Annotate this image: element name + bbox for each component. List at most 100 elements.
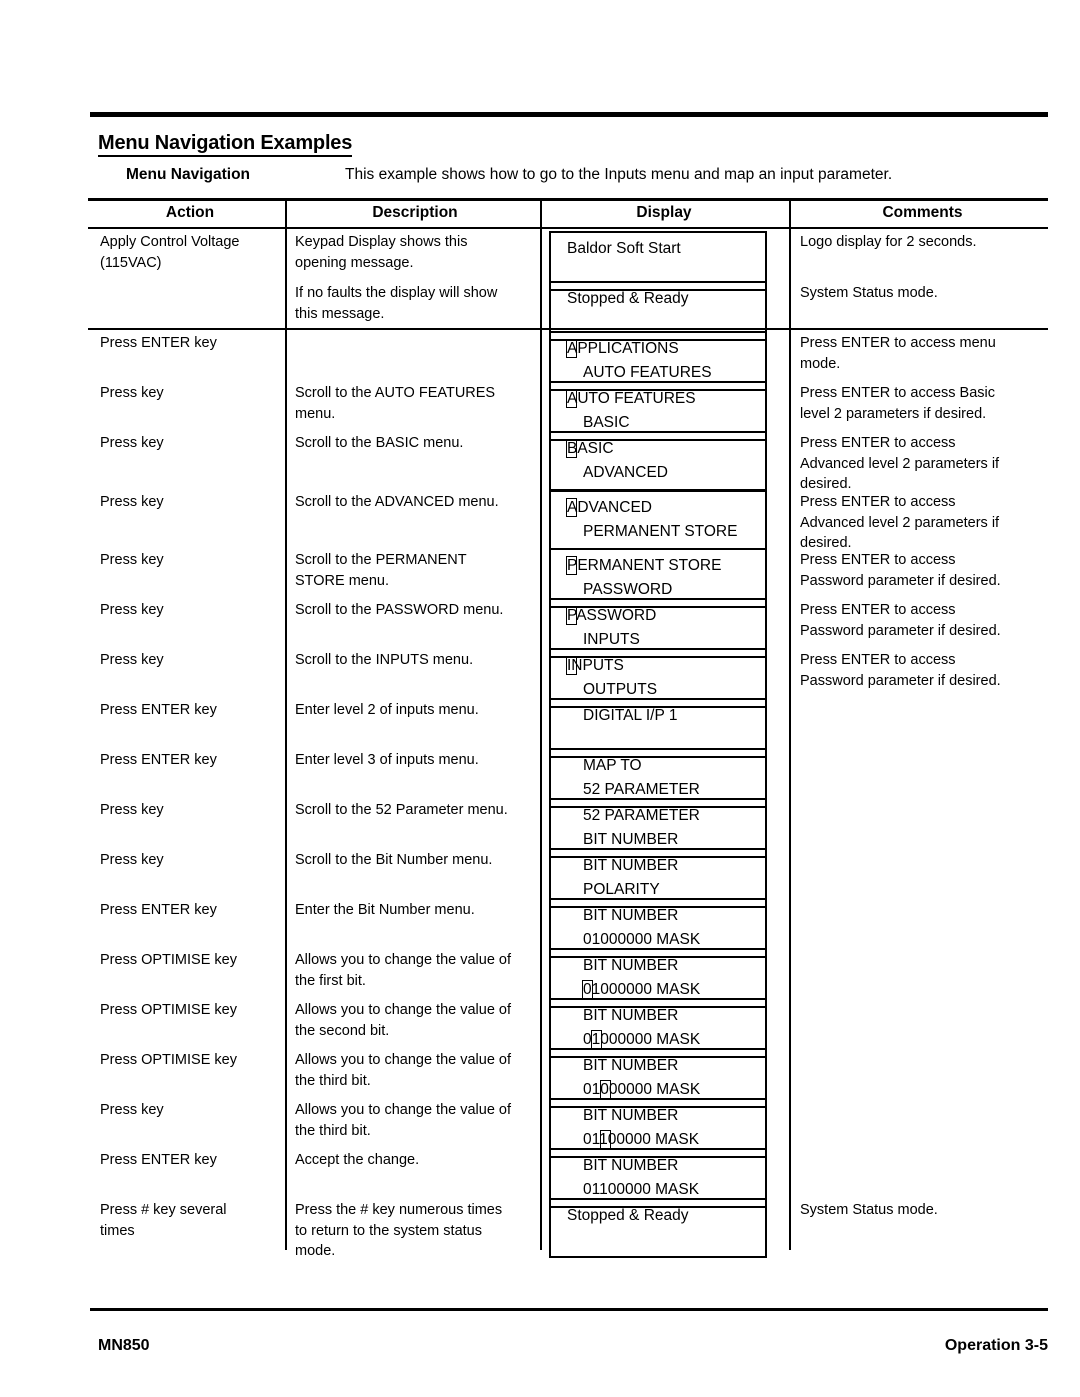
row-comments: System Status mode. xyxy=(800,1202,938,1218)
row-comments: Press ENTER to access Password parameter… xyxy=(800,602,1001,639)
display-line-1: APPLICATIONS xyxy=(566,339,679,358)
display-cursor-block xyxy=(566,498,577,517)
row-action: Press ENTER key xyxy=(100,902,217,918)
footer-rule xyxy=(90,1308,1048,1311)
row-action: Press OPTIMISE key xyxy=(100,952,237,968)
intro-description: This example shows how to go to the Inpu… xyxy=(345,166,893,183)
display-line-blank xyxy=(551,1228,765,1252)
keypad-display: Stopped & Ready xyxy=(549,1198,767,1258)
column-header-action: Action xyxy=(165,204,215,221)
row-description: Scroll to the Bit Number menu. xyxy=(295,852,493,868)
row-comments: Press ENTER to access menu mode. xyxy=(800,335,996,372)
display-line-1: Baldor Soft Start xyxy=(567,240,681,257)
row-comments: Press ENTER to access Password parameter… xyxy=(800,552,1001,589)
row-action: Press key xyxy=(100,602,164,618)
display-cursor-block xyxy=(600,1080,612,1099)
row-action: Press key xyxy=(100,494,164,510)
row-comments: Press ENTER to access Advanced level 2 p… xyxy=(800,435,1000,492)
row-action: Press ENTER key xyxy=(100,752,217,768)
display-cursor-block xyxy=(600,1130,612,1149)
row-action: Press OPTIMISE key xyxy=(100,1002,237,1018)
display-line-1: BIT NUMBER xyxy=(583,907,679,924)
row-action: Press key xyxy=(100,552,164,568)
top-rule xyxy=(90,112,1048,117)
row-action: Press key xyxy=(100,1102,164,1118)
row-comments: Press ENTER to access Advanced level 2 p… xyxy=(800,494,1000,551)
display-line-1: PERMANENT STORE xyxy=(566,556,722,575)
display-line-1: ADVANCED xyxy=(566,498,652,517)
row-description: Press the # key numerous times to return… xyxy=(295,1202,503,1259)
row-description: Allows you to change the value of the fi… xyxy=(295,952,512,989)
row-description: Scroll to the PASSWORD menu. xyxy=(295,602,504,618)
row-description: Enter the Bit Number menu. xyxy=(295,902,475,918)
page-title: Menu Navigation Examples xyxy=(98,132,352,157)
display-line-1: Stopped & Ready xyxy=(567,290,689,307)
row-action: Press ENTER key xyxy=(100,1152,217,1168)
intro-label: Menu Navigation xyxy=(126,166,251,183)
display-line-2: PERMANENT STORE xyxy=(583,523,738,540)
row-comments: Press ENTER to access Password parameter… xyxy=(800,652,1001,689)
row-action: Press OPTIMISE key xyxy=(100,1052,237,1068)
row-comments: System Status mode. xyxy=(800,285,938,301)
row-description: Enter level 2 of inputs menu. xyxy=(295,702,479,718)
display-cursor-block xyxy=(566,339,577,358)
row-description: Accept the change. xyxy=(295,1152,420,1168)
display-cursor-block xyxy=(582,980,593,999)
column-header-description: Description xyxy=(372,204,458,221)
display-line-1: BIT NUMBER xyxy=(583,857,679,874)
column-divider-2 xyxy=(540,198,542,1250)
row-description: Keypad Display shows this opening messag… xyxy=(295,234,468,271)
display-line-1: DIGITAL I/P 1 xyxy=(583,707,678,724)
display-line-1: BIT NUMBER xyxy=(583,1057,679,1074)
row-description: Scroll to the 52 Parameter menu. xyxy=(295,802,508,818)
column-divider-3 xyxy=(789,198,791,1250)
row-description: Allows you to change the value of the se… xyxy=(295,1002,512,1039)
display-cursor-block xyxy=(566,389,577,408)
row-action: Press # key several times xyxy=(100,1202,227,1239)
row-action: Press key xyxy=(100,385,164,401)
row-comments: Logo display for 2 seconds. xyxy=(800,234,977,250)
keypad-display: ADVANCED PERMANENT STORE xyxy=(549,490,767,550)
row-action: Apply Control Voltage (115VAC) xyxy=(100,234,240,271)
row-description: Allows you to change the value of the th… xyxy=(295,1102,512,1139)
display-line-1: Stopped & Ready xyxy=(567,1207,689,1224)
column-divider-1 xyxy=(285,198,287,1250)
display-line-1: AUTO FEATURES xyxy=(566,389,696,408)
display-line-1: BIT NUMBER xyxy=(583,1157,679,1174)
display-cursor-block xyxy=(566,556,577,575)
display-line-1: BIT NUMBER xyxy=(583,1107,679,1124)
row-description: Enter level 3 of inputs menu. xyxy=(295,752,479,768)
row-action: Press ENTER key xyxy=(100,702,217,718)
column-header-display: Display xyxy=(636,204,692,221)
row-action: Press key xyxy=(100,435,164,451)
row-description: Scroll to the PERMANENT STORE menu. xyxy=(295,552,467,589)
row-description: Scroll to the AUTO FEATURES menu. xyxy=(295,385,496,422)
row-description: If no faults the display will show this … xyxy=(295,285,498,322)
table-top-border xyxy=(88,198,1048,201)
display-line-1: BIT NUMBER xyxy=(583,957,679,974)
display-line-1: 52 PARAMETER xyxy=(583,807,700,824)
footer-page-number: Operation 3-5 xyxy=(944,1337,1048,1354)
row-action: Press key xyxy=(100,852,164,868)
display-line-1: PASSWORD xyxy=(566,606,657,625)
display-cursor-block xyxy=(566,656,577,675)
document-page: Menu Navigation Examples Menu Navigation… xyxy=(0,0,1080,1397)
row-action: Press key xyxy=(100,802,164,818)
row-action: Press key xyxy=(100,652,164,668)
display-cursor-block xyxy=(591,1030,603,1049)
row-comments: Press ENTER to access Basic level 2 para… xyxy=(800,385,995,422)
footer-manual-number: MN850 xyxy=(98,1337,150,1354)
display-line-1: BIT NUMBER xyxy=(583,1007,679,1024)
row-description: Scroll to the INPUTS menu. xyxy=(295,652,474,668)
table-header-border xyxy=(88,227,1048,229)
column-header-comments: Comments xyxy=(882,204,963,221)
row-description: Scroll to the BASIC menu. xyxy=(295,435,464,451)
row-description: Allows you to change the value of the th… xyxy=(295,1052,512,1089)
display-line-2: ADVANCED xyxy=(583,464,668,481)
row-description: Scroll to the ADVANCED menu. xyxy=(295,494,499,510)
display-line-1: MAP TO xyxy=(583,757,642,774)
display-line-1: BASIC xyxy=(566,439,614,458)
display-cursor-block xyxy=(566,606,577,625)
display-line-1: INPUTS xyxy=(566,656,624,675)
row-action: Press ENTER key xyxy=(100,335,217,351)
